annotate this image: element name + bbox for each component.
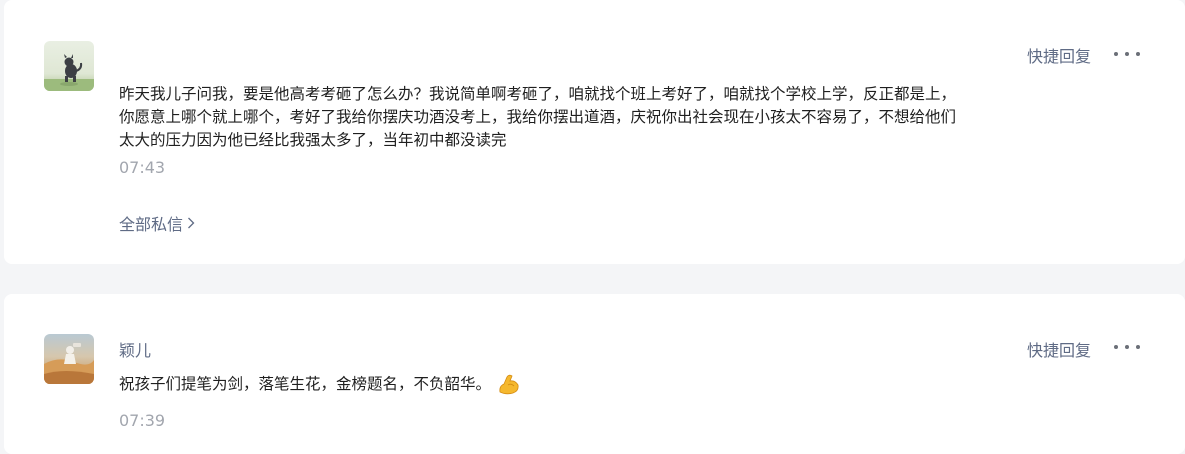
message-text: 祝孩子们提笔为剑，落笔生花，金榜题名，不负韶华。	[119, 372, 521, 396]
more-dot	[1136, 52, 1140, 56]
message-line: 昨天我儿子问我，要是他高考考砸了怎么办？我说简单啊考砸了，咱就找个班上考好了，咱…	[119, 85, 957, 103]
message-card: 颖儿 快捷回复 祝孩子们提笔为剑，落笔生花，金榜题名，不负韶华。 07:39	[4, 294, 1185, 454]
more-dots-icon	[1114, 52, 1118, 56]
quick-reply-button[interactable]: 快捷回复	[1027, 337, 1091, 361]
avatar[interactable]	[44, 41, 94, 91]
message-line: 你愿意上哪个就上哪个，考好了我给你摆庆功酒没考上，我给你摆出道酒，庆祝你出社会现…	[119, 108, 957, 126]
more-options-button[interactable]	[1114, 342, 1140, 352]
avatar-image	[44, 334, 94, 384]
all-messages-label: 全部私信	[119, 215, 184, 234]
avatar-image	[44, 41, 94, 91]
flexed-biceps-icon	[499, 374, 519, 395]
chevron-right-icon	[188, 217, 195, 229]
message-time: 07:39	[119, 411, 166, 430]
message-time: 07:43	[119, 158, 166, 177]
message-card: 快捷回复 昨天我儿子问我，要是他高考考砸了怎么办？我说简单啊考砸了，咱就找个班上…	[4, 0, 1185, 264]
message-line: 太大的压力因为他已经比我强太多了，当年初中都没读完	[119, 131, 507, 149]
more-dot	[1125, 52, 1129, 56]
more-options-button[interactable]	[1114, 49, 1140, 59]
more-dot	[1136, 345, 1140, 349]
all-messages-link[interactable]: 全部私信	[119, 211, 195, 235]
more-dot	[1125, 345, 1129, 349]
message-line: 祝孩子们提笔为剑，落笔生花，金榜题名，不负韶华。	[119, 374, 492, 393]
sender-name[interactable]: 颖儿	[119, 337, 151, 361]
message-text: 昨天我儿子问我，要是他高考考砸了怎么办？我说简单啊考砸了，咱就找个班上考好了，咱…	[119, 83, 1079, 152]
avatar[interactable]	[44, 334, 94, 384]
more-dots-icon	[1114, 345, 1118, 349]
quick-reply-button[interactable]: 快捷回复	[1027, 43, 1091, 67]
